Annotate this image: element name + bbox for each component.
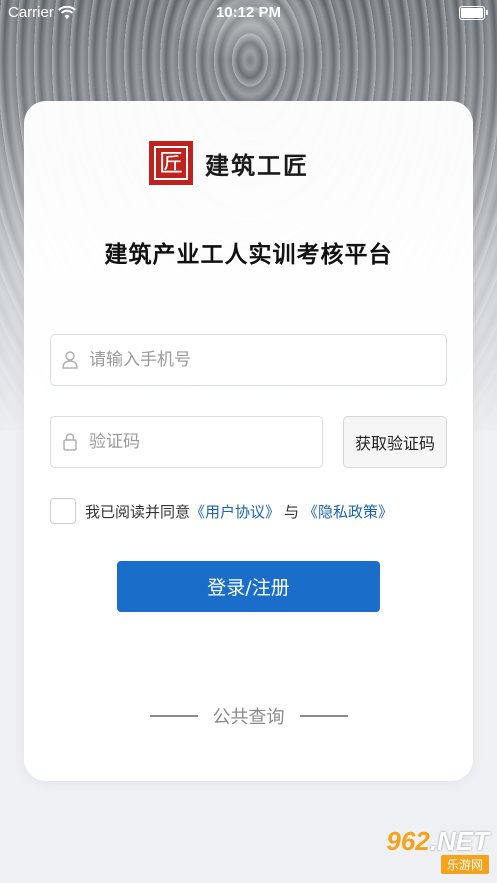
code-field[interactable] bbox=[50, 416, 323, 468]
agreement-conjunction: 与 bbox=[284, 502, 300, 521]
watermark-bottom: 乐游网 bbox=[440, 855, 489, 874]
watermark-suffix: .NET bbox=[429, 826, 489, 856]
page-title: 建筑产业工人实训考核平台 bbox=[104, 242, 393, 268]
logo-mark: 匠 bbox=[149, 141, 193, 185]
brand-name: 建筑工匠 bbox=[205, 150, 309, 180]
watermark-top: 962.NET bbox=[386, 827, 489, 855]
public-query-row[interactable]: 公共查询 bbox=[24, 703, 473, 729]
status-bar: Carrier 10:12 PM bbox=[0, 0, 497, 28]
login-card: 匠 建筑工匠 建筑产业工人实训考核平台 获取验证码 我已阅读并同意 《用户协议》… bbox=[24, 101, 473, 781]
get-code-button[interactable]: 获取验证码 bbox=[343, 416, 447, 468]
agreement-checkbox[interactable] bbox=[50, 498, 76, 524]
brand-logo: 匠 建筑工匠 bbox=[149, 141, 309, 185]
phone-field[interactable] bbox=[50, 334, 447, 386]
user-icon bbox=[62, 351, 78, 369]
agreement-prefix: 我已阅读并同意 bbox=[85, 502, 191, 521]
battery-icon bbox=[459, 6, 488, 20]
logo-char: 匠 bbox=[154, 146, 188, 180]
divider-left bbox=[149, 715, 198, 717]
status-time: 10:12 PM bbox=[215, 4, 282, 21]
privacy-policy-link[interactable]: 《隐私政策》 bbox=[303, 501, 393, 522]
public-query-link[interactable]: 公共查询 bbox=[213, 703, 285, 729]
watermark-number: 962 bbox=[386, 826, 430, 856]
user-agreement-link[interactable]: 《用户协议》 bbox=[190, 501, 280, 522]
watermark-logo: 962.NET 乐游网 bbox=[354, 827, 489, 877]
agreement-row: 我已阅读并同意 《用户协议》 与 《隐私政策》 bbox=[50, 498, 393, 524]
login-register-button[interactable]: 登录/注册 bbox=[117, 561, 380, 612]
lock-icon bbox=[63, 433, 77, 451]
phone-input[interactable] bbox=[87, 349, 407, 371]
code-input[interactable] bbox=[87, 431, 308, 453]
divider-right bbox=[299, 715, 348, 717]
